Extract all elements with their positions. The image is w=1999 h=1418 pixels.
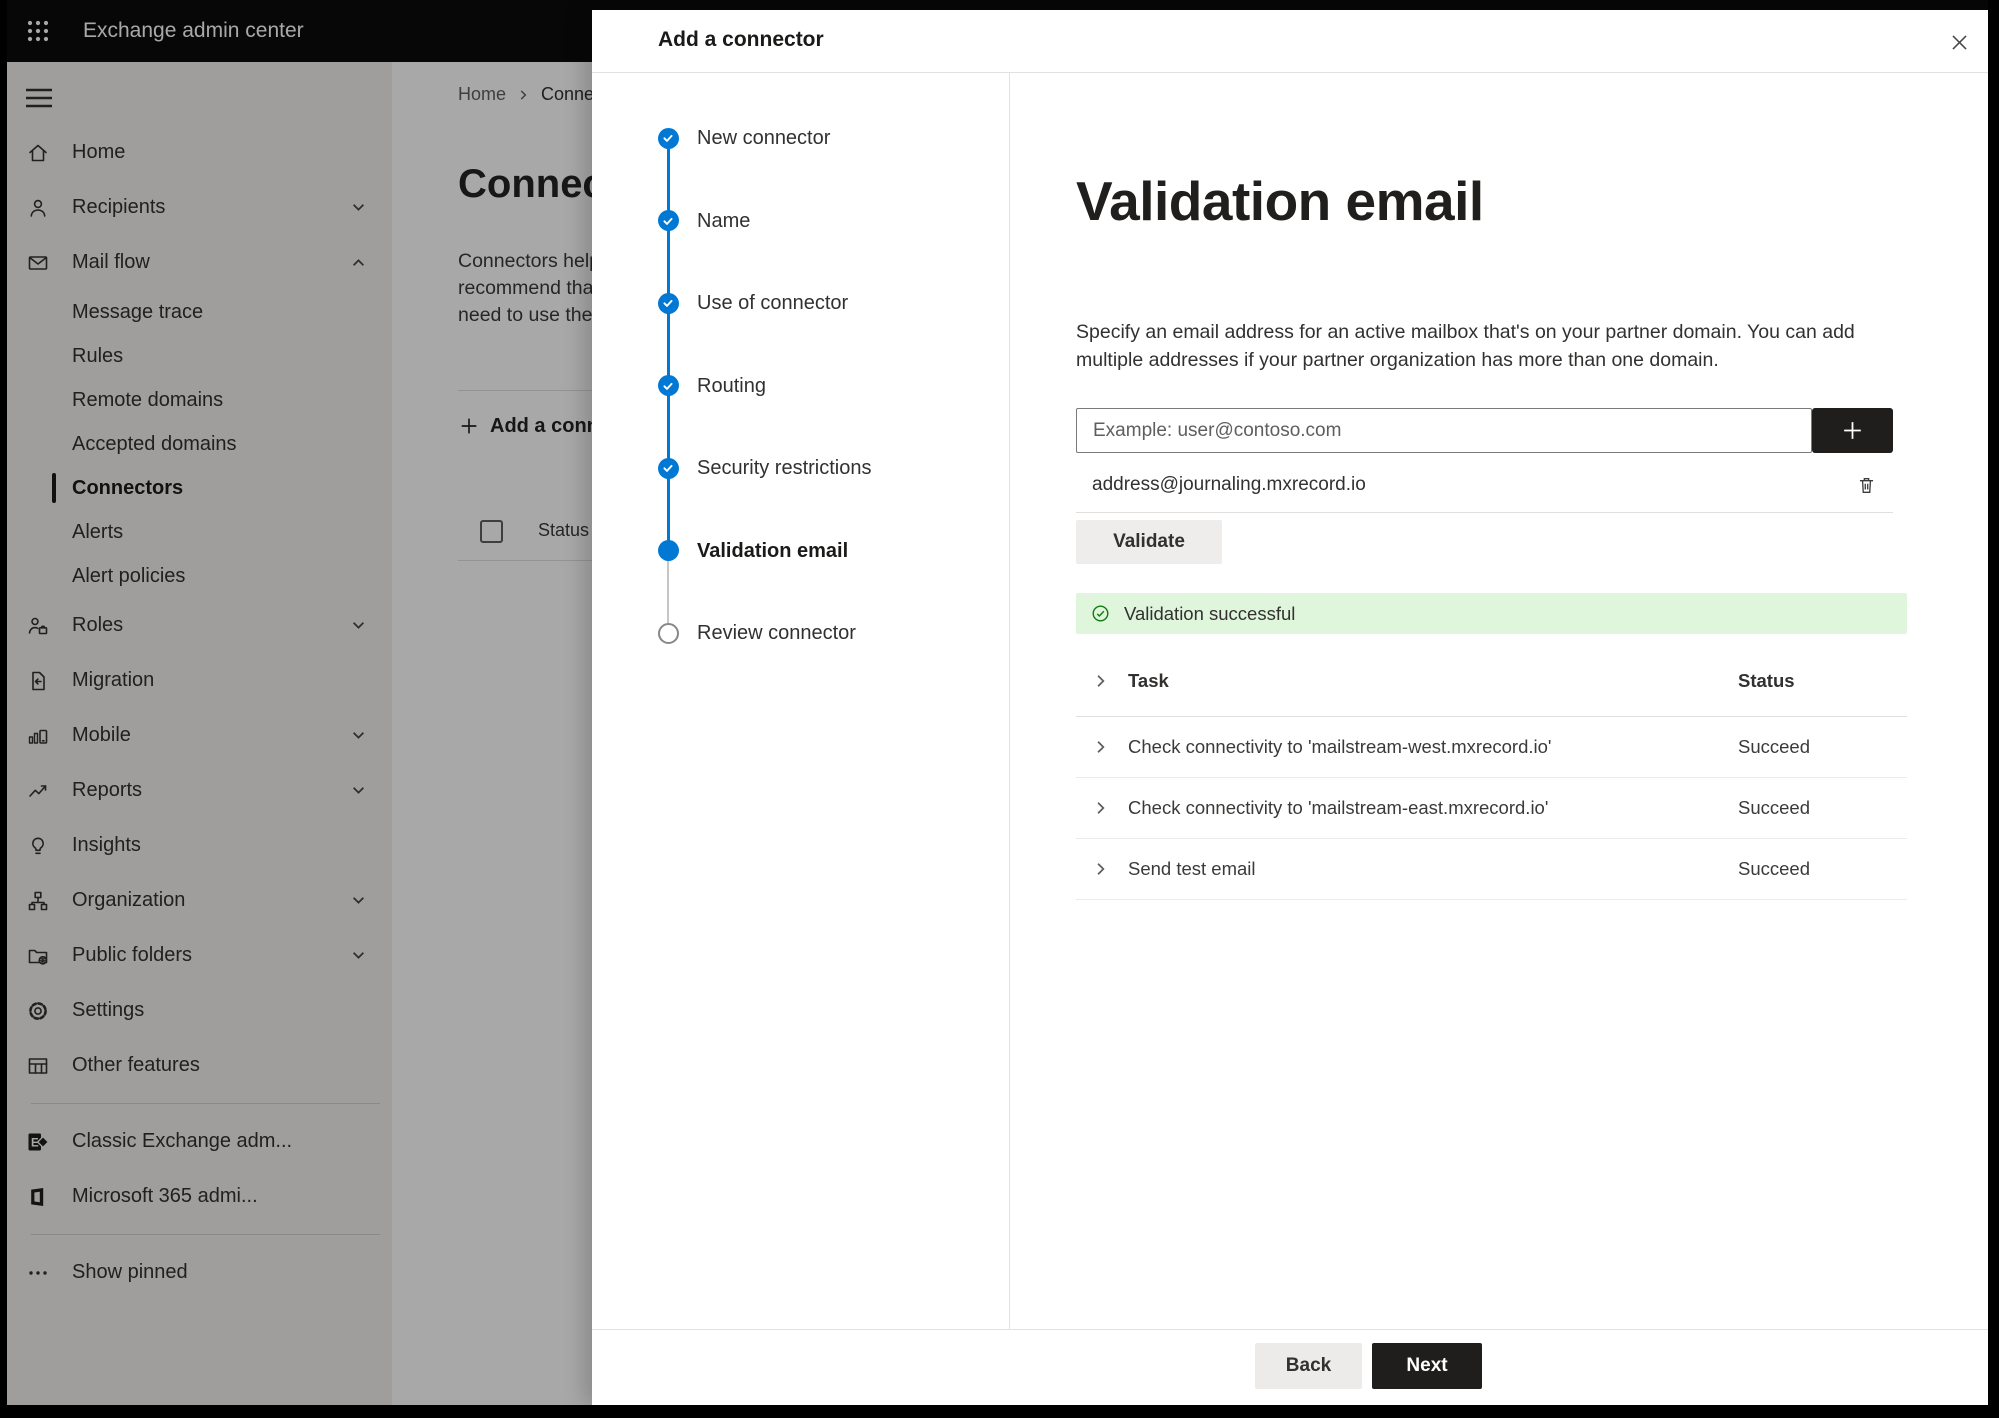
wizard-step-security-restrictions[interactable]: Security restrictions	[592, 454, 999, 482]
panel-footer: Back Next	[592, 1329, 1988, 1405]
step-page-title: Validation email	[1076, 170, 1484, 232]
tasks-table-header: Task Status	[1076, 646, 1907, 717]
panel-body: New connector Name Use of connector Routing…	[592, 72, 1988, 1330]
wizard-steps: New connector Name Use of connector Routing…	[592, 72, 1010, 1330]
wizard-step-label: Routing	[697, 374, 766, 397]
expand-chevron-icon[interactable]	[1090, 797, 1112, 819]
wizard-step-new-connector[interactable]: New connector	[592, 124, 999, 152]
step-current-icon	[657, 540, 679, 561]
step-completed-icon	[657, 457, 679, 479]
panel-header: Add a connector	[592, 10, 1988, 73]
add-email-button[interactable]	[1812, 408, 1893, 453]
step-page-description: Specify an email address for an active m…	[1076, 321, 1855, 371]
task-name: Send test email	[1128, 858, 1256, 879]
email-input[interactable]	[1076, 408, 1812, 453]
panel-title: Add a connector	[658, 28, 824, 51]
wizard-step-label: Security restrictions	[697, 457, 872, 479]
next-button[interactable]: Next	[1372, 1343, 1482, 1389]
step-completed-icon	[657, 375, 679, 396]
wizard-step-label: Validation email	[697, 539, 849, 562]
back-button[interactable]: Back	[1255, 1343, 1362, 1389]
expand-chevron-icon[interactable]	[1090, 736, 1112, 758]
task-name: Check connectivity to 'mailstream-west.m…	[1128, 736, 1552, 757]
address-list-item: address@journaling.mxrecord.io	[1076, 458, 1893, 513]
email-input-row	[1076, 408, 1893, 453]
close-icon[interactable]	[1940, 23, 1978, 61]
expand-all-chevron-icon[interactable]	[1090, 670, 1112, 692]
task-status: Succeed	[1738, 858, 1810, 879]
validate-button[interactable]: Validate	[1076, 520, 1222, 564]
task-row: Send test email Succeed	[1076, 839, 1907, 900]
task-column-header: Task	[1128, 670, 1169, 691]
wizard-step-routing[interactable]: Routing	[592, 372, 999, 400]
wizard-step-label: Name	[697, 209, 751, 232]
step-completed-icon	[657, 210, 679, 231]
task-row: Check connectivity to 'mailstream-east.m…	[1076, 778, 1907, 839]
wizard-step-review-connector[interactable]: Review connector	[592, 619, 999, 647]
wizard-step-validation-email[interactable]: Validation email	[592, 537, 999, 565]
address-email: address@journaling.mxrecord.io	[1092, 474, 1366, 495]
wizard-step-label: New connector	[697, 127, 831, 149]
expand-chevron-icon[interactable]	[1090, 858, 1112, 880]
success-check-icon	[1091, 604, 1110, 623]
step-connector-line-done	[666, 138, 670, 551]
step-pending-icon	[657, 622, 679, 644]
add-connector-panel: Add a connector New connector Name Use of …	[592, 10, 1988, 1405]
validation-email-pane: Validation email Specify an email addres…	[1010, 72, 1988, 1330]
banner-text: Validation successful	[1124, 602, 1296, 624]
task-row: Check connectivity to 'mailstream-west.m…	[1076, 717, 1907, 778]
wizard-step-use-of-connector[interactable]: Use of connector	[592, 289, 999, 317]
step-completed-icon	[657, 292, 679, 314]
wizard-step-label: Review connector	[697, 622, 856, 644]
task-status: Succeed	[1738, 736, 1810, 757]
step-completed-icon	[657, 127, 679, 149]
status-column-header: Status	[1738, 670, 1795, 691]
validation-success-banner: Validation successful	[1076, 593, 1907, 634]
wizard-step-label: Use of connector	[697, 292, 849, 314]
task-name: Check connectivity to 'mailstream-east.m…	[1128, 797, 1549, 818]
wizard-step-name[interactable]: Name	[592, 207, 999, 235]
task-status: Succeed	[1738, 797, 1810, 818]
trash-icon[interactable]	[1853, 472, 1879, 498]
tasks-table: Task Status Check connectivity to 'mails…	[1076, 646, 1907, 900]
